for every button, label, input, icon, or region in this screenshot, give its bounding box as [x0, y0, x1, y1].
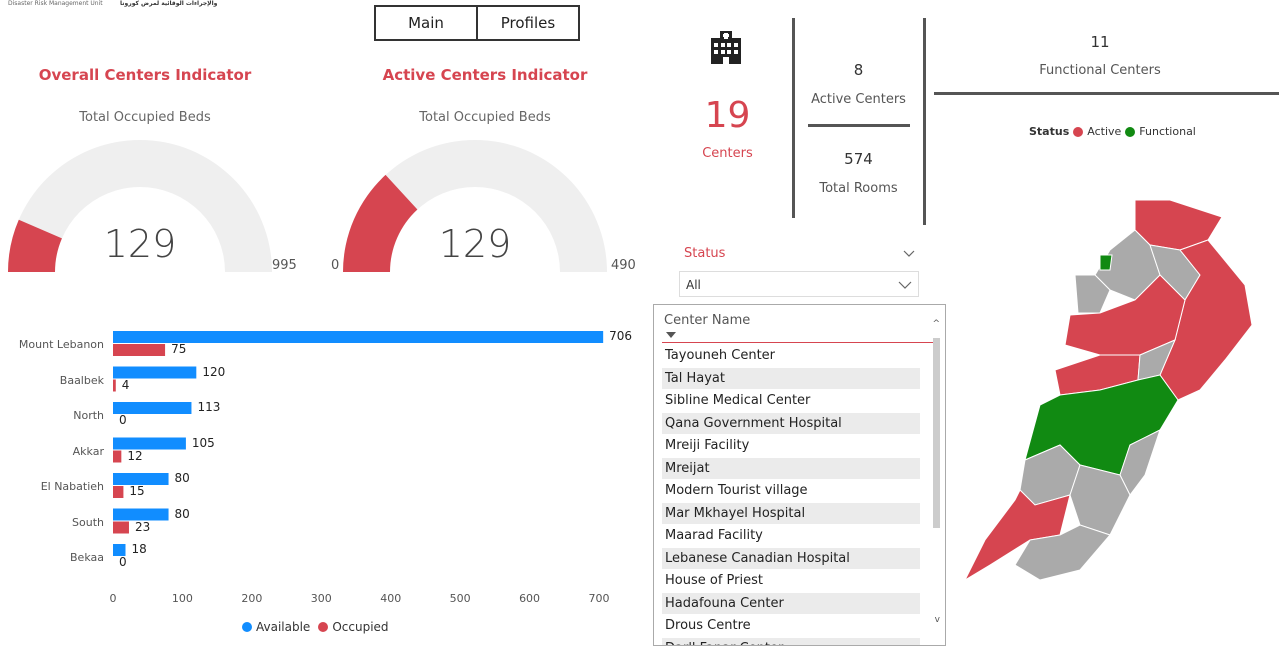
active-gauge-max: 490	[611, 258, 636, 273]
table-row[interactable]: House of Priest	[662, 570, 920, 591]
table-row[interactable]: Tayouneh Center	[662, 345, 920, 366]
x-tick-label: 0	[109, 592, 117, 605]
hospital-icon	[711, 31, 741, 64]
table-row[interactable]: Mar Mkhayel Hospital	[662, 502, 920, 524]
chevron-down-icon[interactable]	[903, 250, 915, 258]
table-row[interactable]: Mreiji Facility	[662, 435, 920, 456]
logo-line-2: والإجراءات الوقائية لمرض كورونا	[120, 0, 218, 7]
bar-available[interactable]	[113, 331, 604, 343]
legend-occupied: Occupied	[332, 620, 389, 634]
divider	[792, 18, 795, 218]
main-button[interactable]: Main	[374, 5, 478, 41]
table-row[interactable]: Maarad Facility	[662, 525, 920, 546]
bar-available[interactable]	[113, 473, 169, 485]
chevron-down-icon[interactable]	[898, 281, 912, 289]
x-tick-label: 200	[241, 592, 263, 605]
x-tick-label: 100	[171, 592, 193, 605]
map-legend-title: Status	[1029, 125, 1070, 138]
scrollbar-thumb[interactable]	[933, 338, 940, 528]
bar-occupied[interactable]	[113, 486, 124, 498]
table-row[interactable]: Lebanese Canadian Hospital	[662, 547, 920, 569]
sort-desc-icon[interactable]	[666, 332, 676, 338]
center-name-table[interactable]: Center Name Tayouneh Center Tal Hayat Sibl…	[653, 304, 946, 646]
active-gauge-subtitle: Total Occupied Beds	[419, 110, 551, 125]
x-tick-label: 400	[380, 592, 402, 605]
functional-dot-icon	[1125, 126, 1136, 137]
overall-indicator-title: Overall Centers Indicator	[38, 66, 252, 84]
table-row[interactable]: Hadafouna Center	[662, 592, 920, 614]
table-row[interactable]: Qana Government Hospital	[662, 412, 920, 434]
total-rooms-count: 574	[844, 150, 873, 168]
table-row[interactable]: Modern Tourist village	[662, 480, 920, 501]
logo-line-1: Disaster Risk Management Unit	[8, 0, 103, 7]
table-row[interactable]: Drous Centre	[662, 615, 920, 636]
chart-legend: Available Occupied	[242, 620, 389, 634]
bar-occupied[interactable]	[113, 450, 122, 463]
center-name-header[interactable]: Center Name	[664, 313, 750, 328]
map-legend-active: Active	[1087, 125, 1122, 138]
centers-label: Centers	[702, 146, 753, 161]
table-row[interactable]: Sibline Medical Center	[662, 390, 920, 411]
active-dot-icon	[1073, 126, 1084, 137]
legend-available: Available	[256, 620, 311, 634]
functional-centers-label: Functional Centers	[1039, 63, 1161, 78]
bar-occupied[interactable]	[113, 521, 129, 534]
functional-centers-count: 11	[1090, 33, 1110, 51]
bar-available[interactable]	[113, 544, 126, 556]
active-centers-label: Active Centers	[811, 92, 906, 107]
centers-count: 19	[704, 95, 751, 136]
map-legend: Status Active Functional	[1029, 125, 1196, 138]
x-tick-label: 500	[449, 592, 471, 605]
bar-available[interactable]	[113, 508, 169, 521]
active-centers-count: 8	[853, 61, 864, 79]
scroll-up-icon[interactable]: ^	[932, 319, 940, 329]
overall-gauge-value: 129	[103, 222, 177, 266]
header-underline	[662, 342, 938, 343]
total-rooms-label: Total Rooms	[819, 181, 898, 196]
profiles-button[interactable]: Profiles	[476, 5, 580, 41]
map-legend-functional: Functional	[1139, 125, 1196, 138]
bar-occupied[interactable]	[113, 379, 116, 392]
active-gauge-value: 129	[438, 222, 512, 266]
map-region-tripoli	[1099, 254, 1113, 271]
active-indicator-title: Active Centers Indicator	[382, 66, 588, 84]
x-tick-label: 600	[519, 592, 541, 605]
divider	[808, 124, 910, 127]
bar-available[interactable]	[113, 402, 192, 414]
table-row[interactable]: Tal Hayat	[662, 367, 920, 389]
overall-gauge-subtitle: Total Occupied Beds	[79, 110, 211, 125]
divider	[934, 92, 1279, 95]
status-dropdown-value: All	[686, 278, 701, 292]
bar-occupied[interactable]	[113, 344, 166, 356]
bar-available[interactable]	[113, 437, 186, 450]
x-tick-label: 300	[310, 592, 332, 605]
scroll-down-icon[interactable]: v	[935, 615, 940, 625]
overall-gauge-max: 995	[272, 258, 297, 273]
x-tick-label: 700	[588, 592, 610, 605]
divider	[923, 18, 926, 225]
table-row[interactable]: Dar'l Fanar Center	[662, 637, 920, 645]
status-dropdown[interactable]: All	[679, 271, 919, 297]
bar-available[interactable]	[113, 366, 197, 379]
status-slicer-title: Status	[684, 246, 726, 261]
table-row[interactable]: Mreijat	[662, 457, 920, 479]
lebanon-map[interactable]	[960, 195, 1260, 585]
active-gauge-min: 0	[331, 258, 340, 273]
available-dot-icon	[242, 622, 252, 632]
beds-by-region-chart: Mount Lebanon 706 75 Baalbek 120 4 North 113 0 Ak…	[0, 318, 650, 646]
logo: Disaster Risk Management Unit	[8, 0, 103, 7]
occupied-dot-icon	[318, 622, 329, 632]
